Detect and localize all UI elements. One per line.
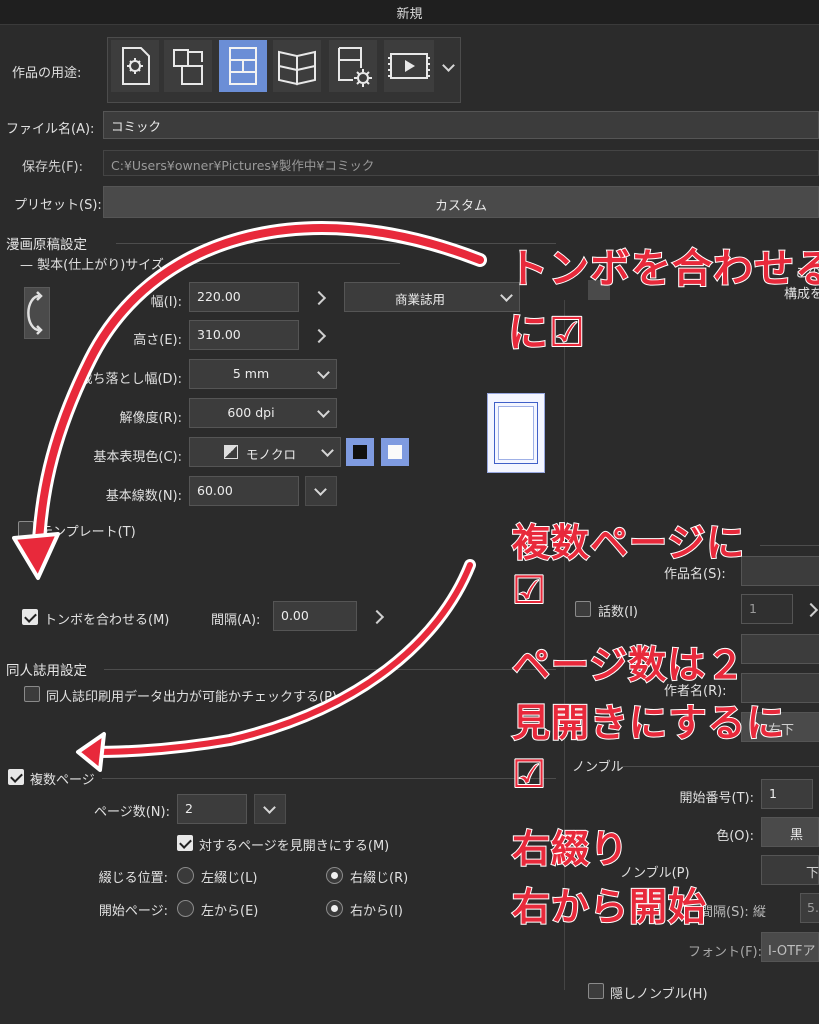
annotation-bind-line: 右綴り bbox=[511, 826, 630, 872]
annotation-start-line: 右から開始 bbox=[511, 884, 708, 930]
annotation-crop-line2: に☑ bbox=[507, 309, 586, 357]
annotation-spread-check: ☑ bbox=[511, 751, 548, 797]
annotation-crop-line1: トンボを合わせる bbox=[507, 245, 819, 293]
annotation-count-line: ページ数は２ bbox=[511, 642, 746, 688]
annotation-multi-line1: 複数ページに bbox=[511, 520, 746, 566]
annotation-spread-line: 見開きにするに bbox=[511, 700, 786, 746]
annotation-multi-check: ☑ bbox=[511, 567, 548, 613]
